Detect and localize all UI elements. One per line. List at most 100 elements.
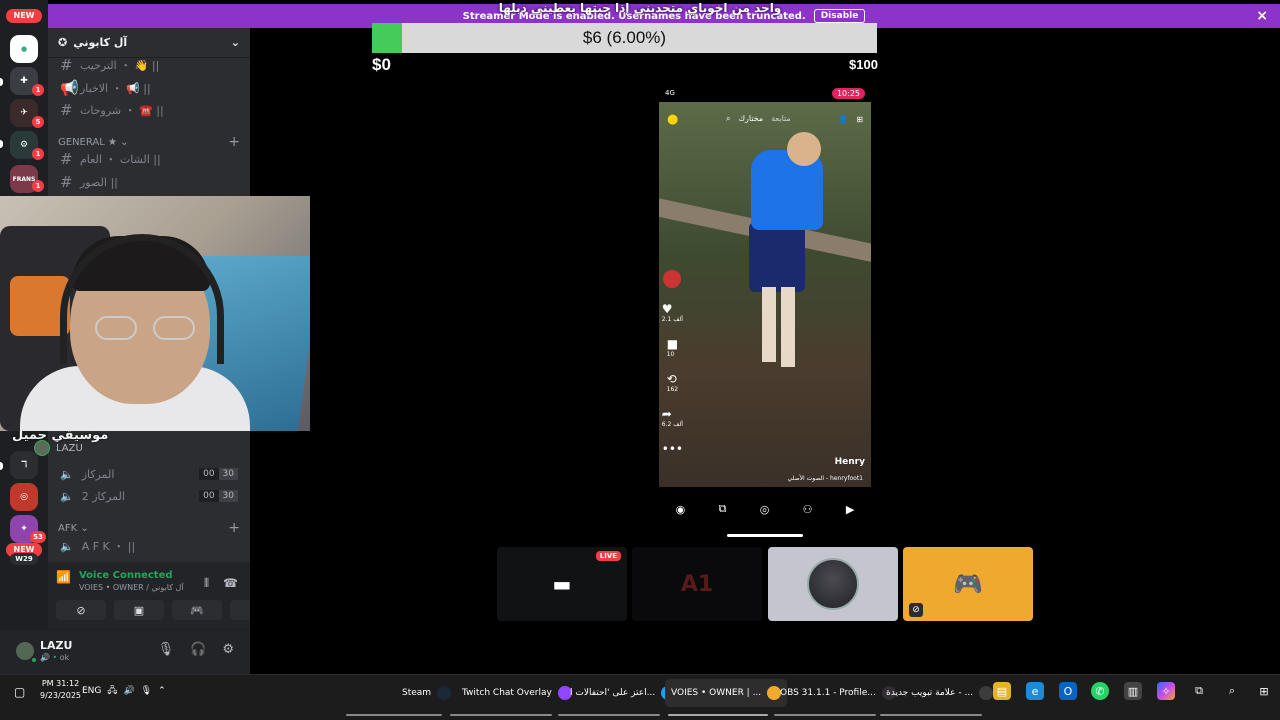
headphones-icon[interactable]: 🎧 [190, 642, 206, 657]
windows-start-icon[interactable]: ⊞ [1255, 682, 1273, 700]
disable-button[interactable]: Disable [813, 9, 866, 23]
taskbar-clock[interactable]: PM 31:12 9/23/2025 [40, 678, 81, 702]
camera-button[interactable]: ⊘ [56, 600, 106, 620]
boy-leg [781, 287, 795, 367]
mention-badge: 1 [32, 148, 44, 160]
voice-channel[interactable]: 🔈 المركاز 00 30 [56, 464, 242, 484]
user-limit-counter: 00 30 [199, 490, 238, 502]
phone-nav-bar: ◉ ⧉ ◎ ⚇ ▶ [659, 494, 871, 524]
discord-logo-icon: 🎮 [953, 570, 983, 598]
play-icon[interactable]: ▶ [846, 503, 854, 516]
stream-tile-discord[interactable]: 🎮 ⊘ [903, 547, 1033, 621]
channel-item[interactable]: # الترحيب ・ 👋 || [56, 55, 242, 75]
file-explorer-icon[interactable]: ▤ [993, 682, 1011, 700]
tiktok-video[interactable]: ● ⌕ مختارك متابعة 👤 ⊞ ♥ 2.1 ألف ■ 10 ⟲ 162 … [659, 102, 871, 487]
volume-icon[interactable]: 🔊 [123, 686, 134, 696]
stream-tile-user[interactable] [768, 547, 898, 621]
stream-tile-screen[interactable]: ▬ LIVE [497, 547, 627, 621]
tiktok-action-bar: ♥ 2.1 ألف ■ 10 ⟲ 162 ➦ 6.2 ألف ••• [662, 270, 683, 456]
chevron-down-icon[interactable]: ⌄ [231, 36, 240, 49]
phone-status-bar: 4G 10:25 [659, 84, 871, 102]
screen-share-button[interactable]: ▣ [114, 600, 164, 620]
location-icon[interactable]: ◉ [676, 503, 686, 516]
language-indicator[interactable]: ENG [82, 686, 101, 696]
camera-off-icon: ⊘ [909, 603, 923, 617]
gear-icon[interactable]: ⚙ [222, 642, 234, 657]
tab-foryou[interactable]: مختارك [738, 114, 763, 124]
channel-item[interactable]: # الشات ・ العام || [56, 149, 242, 169]
category-general[interactable]: GENERAL ★ ⌄ + [58, 134, 240, 150]
add-channel-icon[interactable]: + [228, 134, 240, 150]
more-icon[interactable]: ••• [662, 442, 683, 456]
microphone-icon[interactable]: 🎙 [158, 642, 175, 657]
comment-icon[interactable]: ■ 10 [667, 337, 678, 358]
chevron-down-icon: ⌄ [80, 522, 89, 534]
taskbar-app-steam[interactable]: Steam [396, 679, 457, 707]
sound-label[interactable]: الصوت الأصلي - henryfoot1 [788, 475, 863, 482]
search-icon[interactable]: ⌕ [726, 114, 730, 124]
microphone-icon[interactable]: 🎙 [141, 686, 152, 696]
running-indicator [668, 714, 768, 716]
running-indicator [774, 714, 876, 716]
channel-item[interactable]: # شروحات ・ ☎️ || [56, 100, 242, 120]
chevron-up-icon[interactable]: ⌃ [158, 686, 166, 696]
category-afk[interactable]: AFK ⌄ + [58, 520, 240, 536]
live-badge: LIVE [595, 551, 621, 561]
whatsapp-icon[interactable]: ✆ [1091, 682, 1109, 700]
taskbar-app-twitch[interactable]: Twitch Chat Overlay [456, 679, 578, 707]
mention-badge: 53 [30, 531, 46, 543]
add-channel-icon[interactable]: + [228, 520, 240, 536]
notification-icon[interactable]: ▢ [14, 685, 25, 699]
taskbar-app-discord[interactable]: VOIES • OWNER | ... [665, 679, 788, 707]
channel-name: الاخبار ・ 📢 || [80, 82, 151, 95]
activity-button[interactable]: 🎮 [172, 600, 222, 620]
running-indicator [450, 714, 552, 716]
repost-icon[interactable]: ⟲ 162 [667, 372, 678, 393]
edge-icon[interactable]: e [1026, 682, 1044, 700]
taskbar-app-chrome-2[interactable]: علامة تبويب جديدة - ... [880, 679, 999, 707]
creator-avatar[interactable] [663, 270, 682, 288]
tab-following[interactable]: متابعة [771, 114, 791, 124]
chat-icon[interactable]: ⧉ [719, 502, 727, 516]
network-icon[interactable]: 🖧 [107, 683, 117, 699]
copilot-icon[interactable]: ✧ [1157, 682, 1175, 700]
noise-suppression-icon[interactable]: ⫴ [204, 576, 209, 591]
add-friend-icon[interactable]: 👤 [838, 115, 848, 124]
camera-icon[interactable]: ◎ [760, 503, 770, 516]
friends-icon[interactable]: ⚇ [803, 503, 813, 516]
server-icon-7[interactable]: ◎ [10, 483, 38, 511]
voice-channel[interactable]: 🔈 2 المركاز 00 30 [56, 486, 242, 506]
avatar [34, 440, 50, 456]
unread-pill [0, 140, 3, 148]
stream-tile-dark[interactable]: A1 [632, 547, 762, 621]
user-panel: LAZU 🔊 • ok 🎙 🎧 ⚙ [0, 630, 250, 674]
voice-location: VOIES • OWNER / آل كابوني [78, 583, 184, 592]
server-icon-1[interactable]: ● [10, 35, 38, 63]
add-icon[interactable]: ⊞ [856, 115, 863, 124]
store-icon[interactable]: ▥ [1124, 682, 1142, 700]
voice-user-name: LAZU [56, 442, 83, 454]
taskbar-app-chrome-1[interactable]: اعتز على 'احتفالات ا... [564, 679, 681, 707]
hash-icon: # [60, 173, 73, 191]
search-icon[interactable]: ⌕ [1223, 682, 1241, 700]
channel-item[interactable]: # الصور || [56, 172, 242, 192]
live-bulb-icon[interactable]: ● [667, 112, 678, 127]
outlook-icon[interactable]: O [1059, 682, 1077, 700]
close-icon[interactable]: × [1256, 8, 1268, 24]
tile-ghost-logo: A1 [680, 571, 714, 597]
voice-user[interactable]: LAZU [34, 440, 83, 456]
user-name[interactable]: LAZU [40, 639, 72, 652]
heart-icon[interactable]: ♥ 2.1 ألف [662, 302, 683, 323]
server-header[interactable]: ✪ آل كابوني ⌄ [48, 28, 250, 58]
creator-name[interactable]: Henry [835, 457, 865, 467]
server-icon-9[interactable]: W29 [10, 553, 38, 565]
voice-channel-afk[interactable]: 🔈 A F K ・ || [56, 536, 242, 556]
signal-icon[interactable]: 📶 [56, 570, 71, 592]
share-icon[interactable]: ➦ 6.2 ألف [662, 407, 683, 428]
hash-icon: # [60, 56, 73, 74]
new-badge: NEW [6, 9, 42, 23]
voice-connected-panel: 📶 Voice Connected VOIES • OWNER / آل كاب… [48, 562, 280, 630]
disconnect-icon[interactable]: ☎ [223, 576, 238, 591]
task-view-icon[interactable]: ⧉ [1190, 682, 1208, 700]
channel-item[interactable]: 📢 الاخبار ・ 📢 || [56, 78, 242, 98]
